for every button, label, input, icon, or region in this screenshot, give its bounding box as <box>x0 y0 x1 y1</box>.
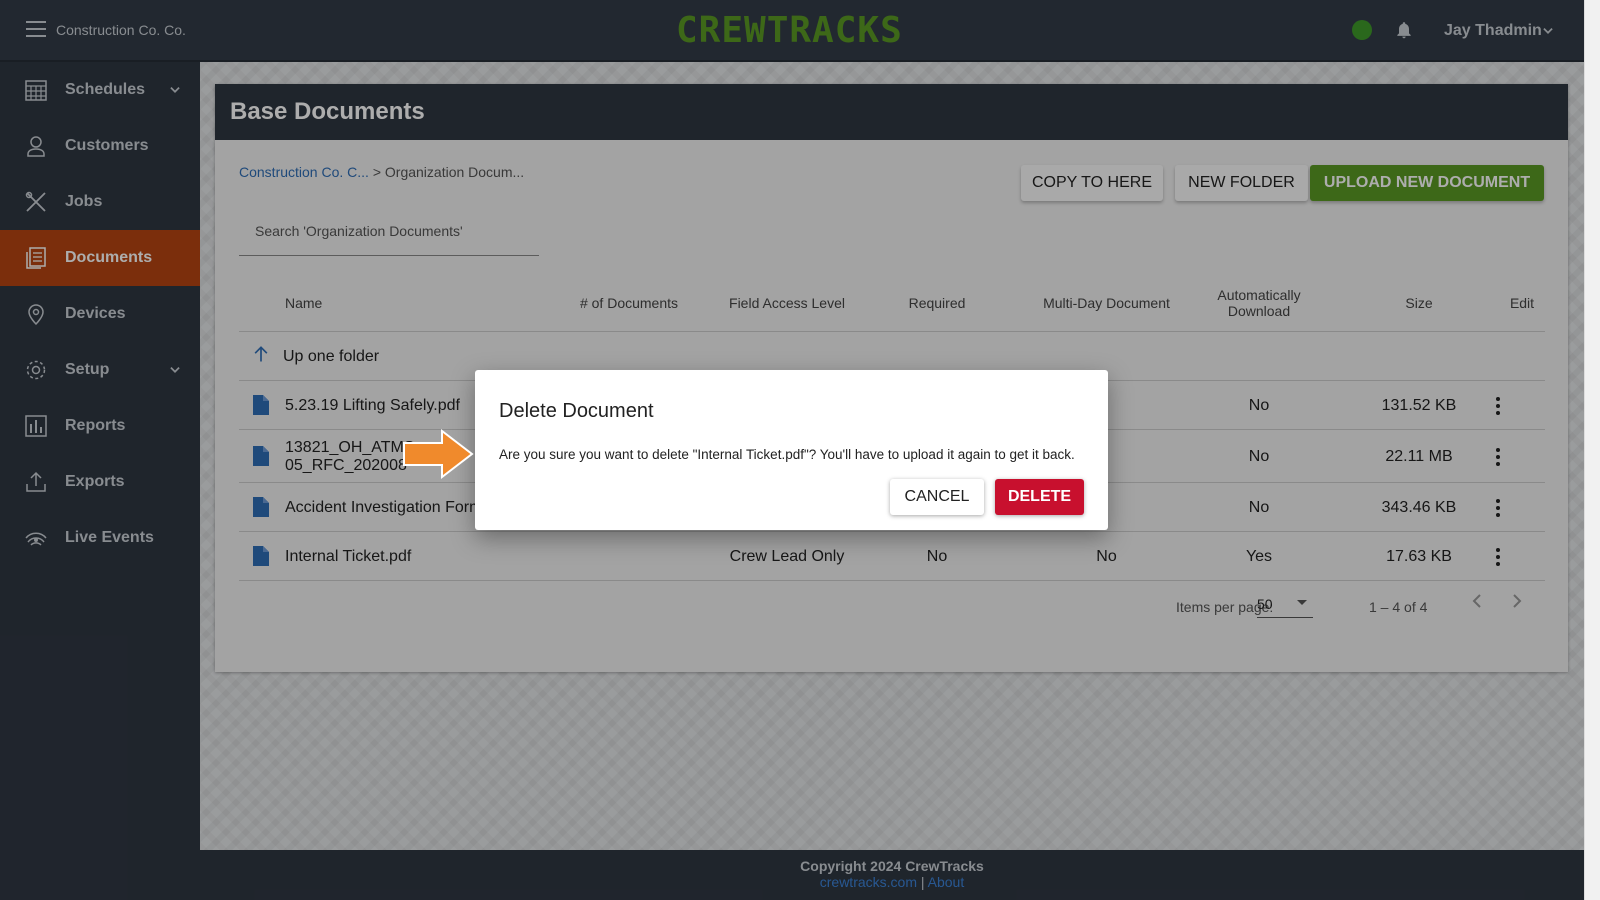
scrollbar[interactable] <box>1584 0 1600 900</box>
dialog-message: Are you sure you want to delete "Interna… <box>499 447 1075 462</box>
delete-button[interactable]: DELETE <box>995 479 1084 515</box>
arrow-right-icon <box>403 429 474 479</box>
cancel-button[interactable]: CANCEL <box>890 479 984 515</box>
dialog-title: Delete Document <box>499 400 654 422</box>
delete-document-dialog: Delete Document Are you sure you want to… <box>475 370 1108 530</box>
